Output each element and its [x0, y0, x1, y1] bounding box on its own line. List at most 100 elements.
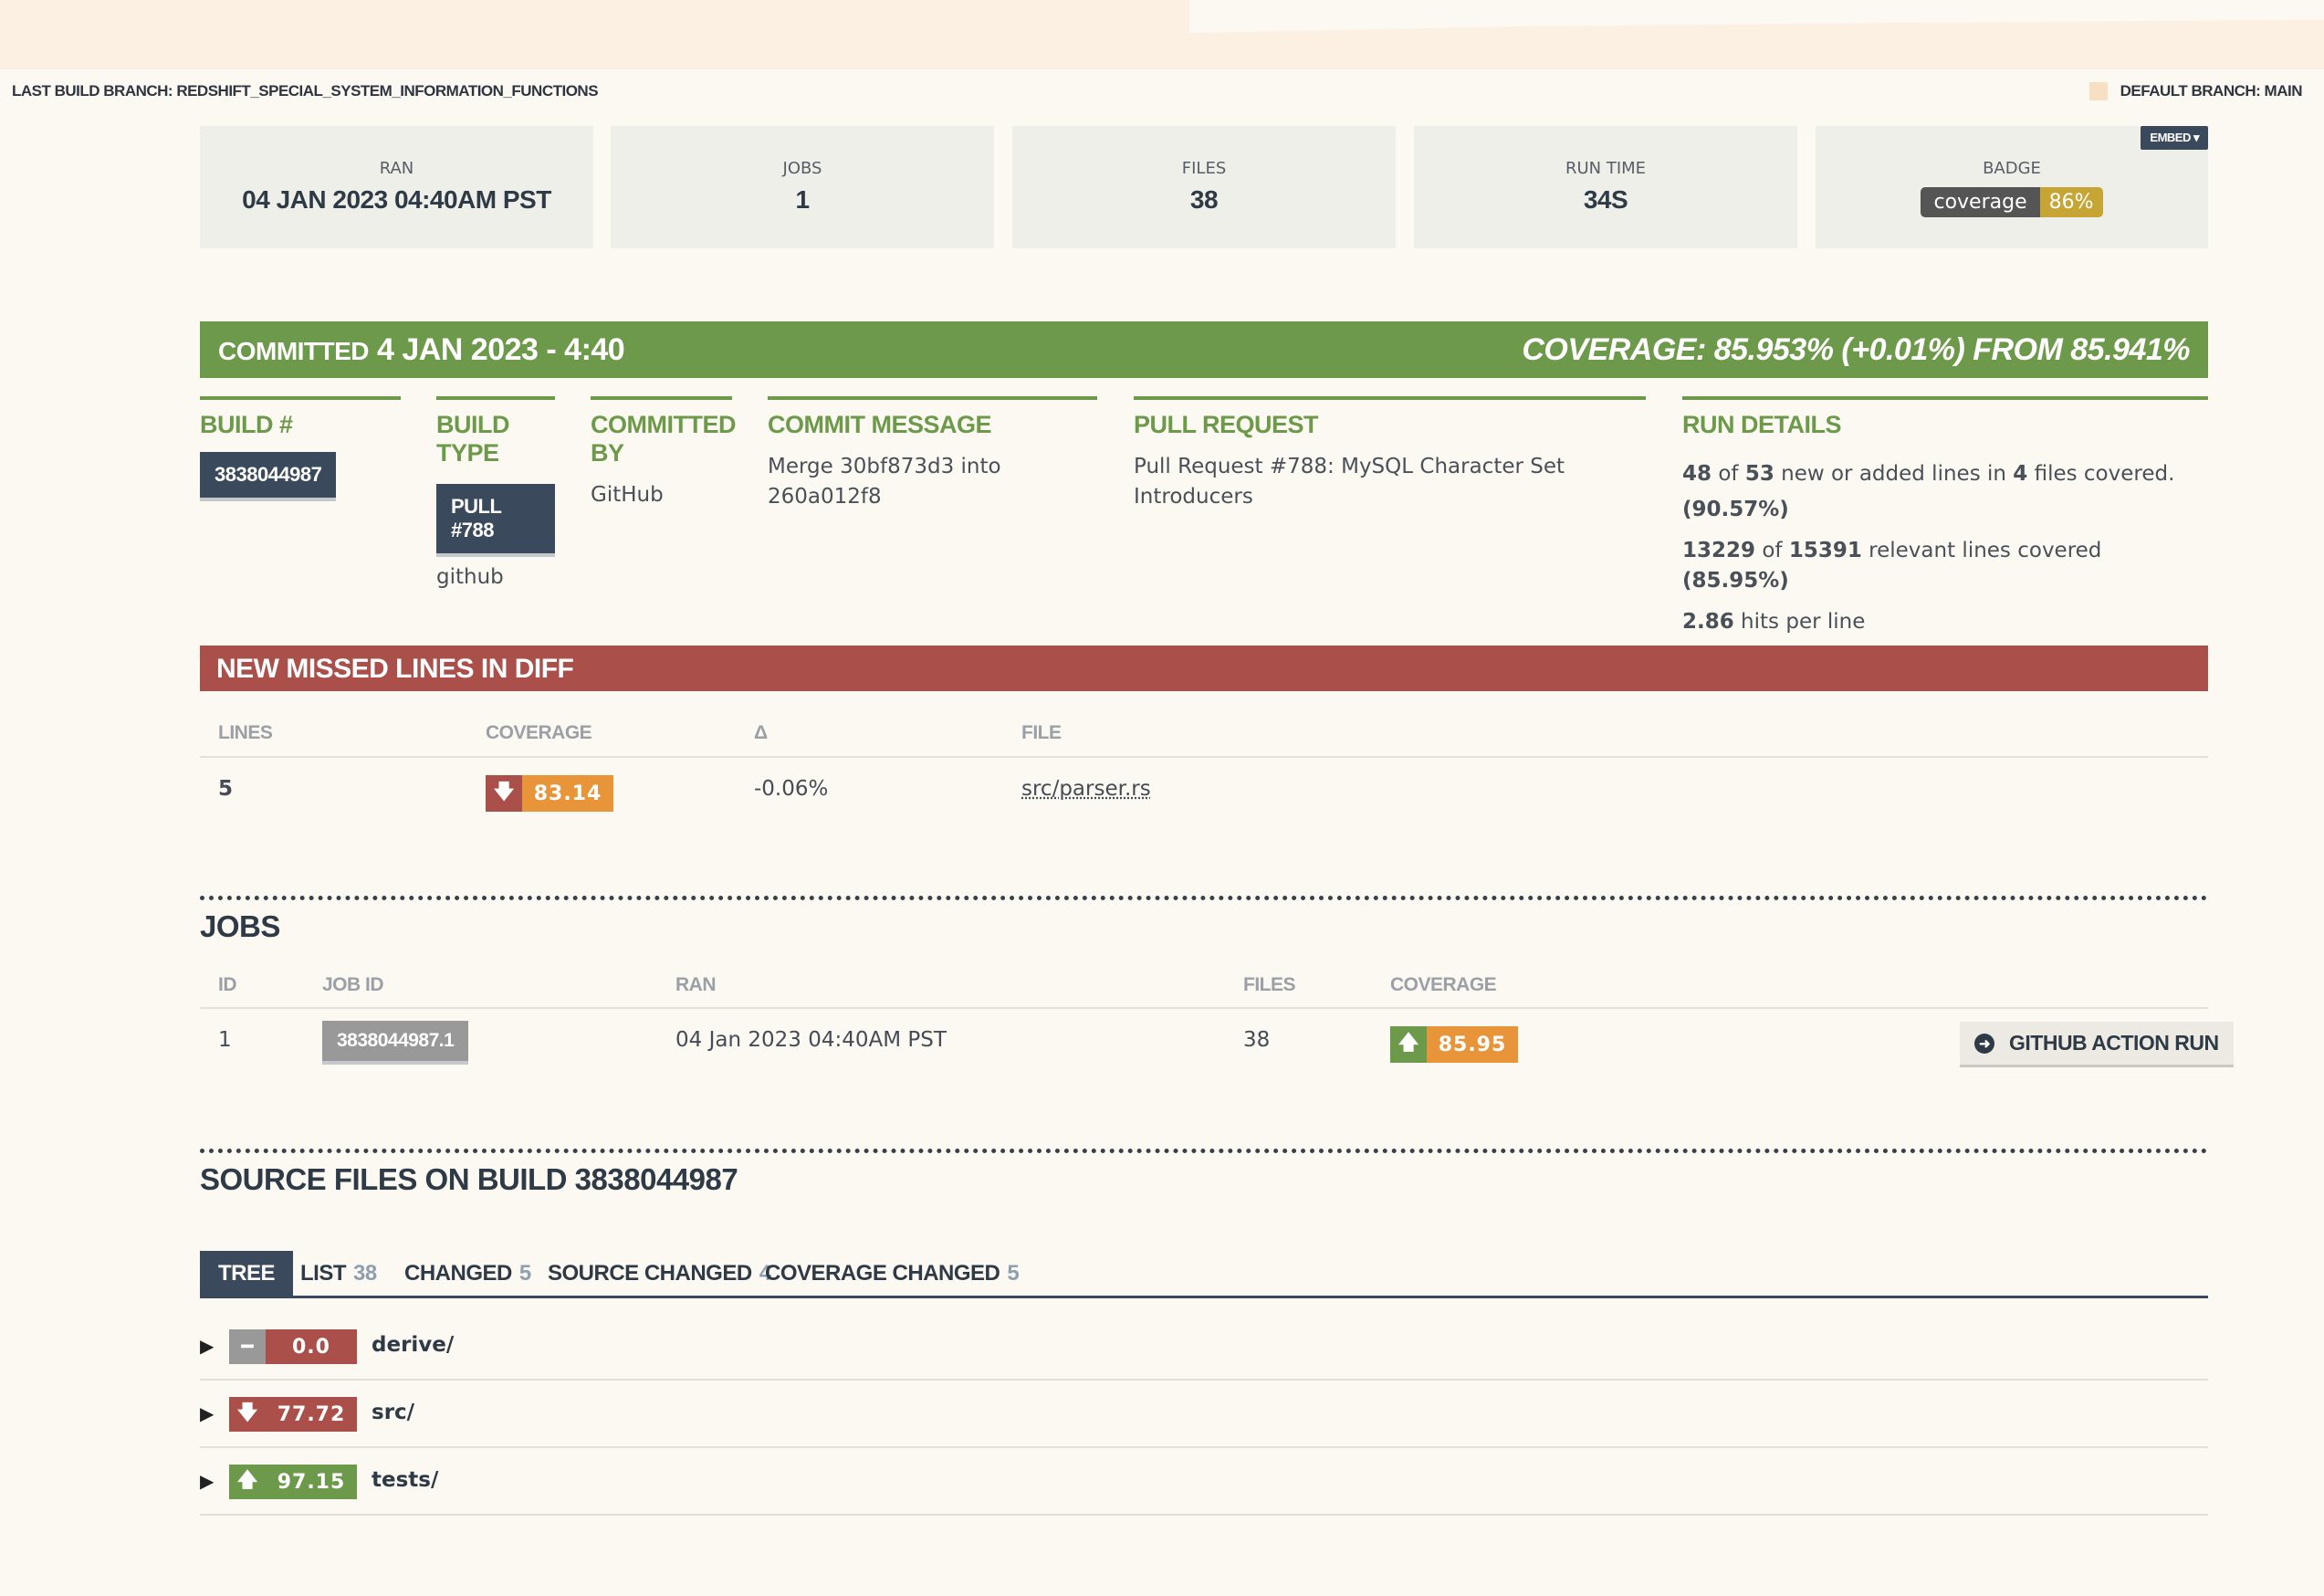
tab-changed-label: CHANGED	[404, 1260, 512, 1286]
commit-date: COMMITTED 4 JAN 2023 - 4:40	[218, 332, 625, 368]
build-type-heading: BUILD TYPE	[436, 411, 510, 467]
text-files-covered: files covered.	[2027, 462, 2175, 486]
stat-ran: RAN 04 JAN 2023 04:40AM PST	[200, 126, 593, 248]
missed-coverage-pill: 🡇 83.14	[486, 775, 613, 812]
build-number-pill[interactable]: 3838044987	[200, 452, 337, 501]
expand-triangle-icon[interactable]: ▶	[200, 1402, 214, 1424]
section-divider	[200, 1149, 2208, 1153]
tree-row[interactable]: ▶ ━ 0.0 derive/	[200, 1313, 2208, 1381]
tree-row[interactable]: ▶ 🡇 77.72 src/	[200, 1381, 2208, 1448]
arrow-up-icon: 🡅	[229, 1465, 266, 1499]
committed-by-col: COMMITTED BY GitHub	[591, 396, 736, 510]
commit-message-heading: COMMIT MESSAGE	[768, 411, 992, 438]
stat-badge-label: BADGE	[1983, 159, 2041, 178]
run-details-new-lines: 48 of 53 new or added lines in 4 files c…	[1682, 459, 2208, 489]
commit-message-col: COMMIT MESSAGE Merge 30bf873d3 into 260a…	[768, 396, 1097, 512]
new-lines-percent: (90.57%)	[1682, 498, 1789, 521]
relevant-percent: (85.95%)	[1682, 569, 1789, 593]
commit-message-line2: 260a012f8	[768, 485, 882, 509]
missed-lines-header: NEW MISSED LINES IN DIFF	[200, 646, 2208, 691]
pull-request-col: PULL REQUEST Pull Request #788: MySQL Ch…	[1134, 396, 1646, 512]
job-id-index: 1	[218, 1028, 232, 1052]
tree-coverage-value: 0.0	[266, 1329, 357, 1364]
col-coverage: COVERAGE	[486, 722, 592, 743]
default-branch-swatch	[2088, 82, 2108, 100]
github-action-run-button[interactable]: ➜ GITHUB ACTION RUN	[1960, 1022, 2234, 1067]
tab-changed-count: 5	[518, 1260, 531, 1286]
tree-coverage-pill: 🡇 77.72	[229, 1397, 357, 1432]
stat-runtime-label: RUN TIME	[1565, 159, 1647, 178]
stat-files: FILES 38	[1012, 126, 1396, 248]
divider	[200, 1007, 2208, 1009]
job-coverage-value: 85.95	[1427, 1026, 1518, 1063]
col-files: FILES	[1243, 974, 1296, 995]
jobs-title: JOBS	[200, 909, 280, 943]
missed-file-link[interactable]: src/parser.rs	[1021, 777, 1151, 801]
badge-left: coverage	[1921, 187, 2040, 217]
tree-coverage-value: 77.72	[266, 1397, 357, 1432]
total-new-lines: 53	[1744, 462, 1774, 486]
default-branch: DEFAULT BRANCH: MAIN	[2088, 82, 2303, 100]
tree-folder-name[interactable]: derive/	[372, 1333, 454, 1357]
commit-message-line1: Merge 30bf873d3 into	[768, 455, 1001, 478]
tab-source-changed-label: SOURCE CHANGED	[548, 1260, 752, 1286]
tab-coverage-changed-label: COVERAGE CHANGED	[765, 1260, 1000, 1286]
github-action-run-label: GITHUB ACTION RUN	[2009, 1031, 2219, 1055]
build-number-col: BUILD # 3838044987	[200, 396, 401, 501]
default-branch-label: DEFAULT BRANCH: MAIN	[2120, 82, 2303, 100]
tab-list-label: LIST	[300, 1260, 347, 1286]
build-stats: RAN 04 JAN 2023 04:40AM PST JOBS 1 FILES…	[200, 126, 2208, 248]
build-type-col: BUILD TYPE PULL #788 github	[436, 396, 555, 593]
section-divider	[200, 896, 2208, 900]
tree-folder-name[interactable]: src/	[372, 1401, 414, 1424]
minus-icon: ━	[229, 1329, 266, 1364]
source-files-title: SOURCE FILES ON BUILD 3838044987	[200, 1162, 738, 1196]
stat-jobs: JOBS 1	[611, 126, 994, 248]
tab-tree[interactable]: TREE	[200, 1251, 294, 1296]
pull-request-line2: Introducers	[1134, 485, 1253, 509]
text-relevant: relevant lines covered	[1861, 539, 2102, 562]
stat-files-value: 38	[1189, 185, 1219, 214]
col-job-coverage: COVERAGE	[1390, 974, 1497, 995]
run-details-hits: 2.86 hits per line	[1682, 607, 2208, 637]
tab-tree-label: TREE	[218, 1260, 276, 1286]
tab-coverage-changed-count: 5	[1007, 1260, 1020, 1286]
run-details-relevant-lines: 13229 of 15391 relevant lines covered (8…	[1682, 536, 2208, 596]
pull-request-pill[interactable]: PULL #788	[436, 484, 555, 557]
expand-triangle-icon[interactable]: ▶	[200, 1335, 214, 1357]
tab-changed[interactable]: CHANGED 5	[404, 1251, 531, 1296]
badge-right: 86%	[2039, 187, 2103, 217]
col-id: ID	[218, 974, 237, 995]
coverage-badge[interactable]: coverage 86%	[1921, 187, 2103, 217]
committed-date: 4 JAN 2023 - 4:40	[376, 332, 625, 367]
arrow-right-circle-icon: ➜	[1974, 1033, 1994, 1054]
embed-button[interactable]: EMBED ▾	[2141, 126, 2208, 150]
missed-lines-title: NEW MISSED LINES IN DIFF	[216, 654, 574, 684]
text-of-2: of	[1755, 539, 1789, 562]
missed-delta: -0.06%	[754, 777, 829, 801]
tree-coverage-pill: 🡅 97.15	[229, 1465, 357, 1499]
text-new-lines: new or added lines in	[1774, 462, 2014, 486]
tree-coverage-pill: ━ 0.0	[229, 1329, 357, 1364]
run-details-col: RUN DETAILS 48 of 53 new or added lines …	[1682, 396, 2208, 637]
missed-lines-count: 5	[218, 777, 234, 801]
top-banner	[0, 0, 2324, 69]
tab-list[interactable]: LIST 38	[300, 1251, 377, 1296]
build-number-heading: BUILD #	[200, 411, 293, 438]
tab-source-changed[interactable]: SOURCE CHANGED 4	[548, 1251, 771, 1296]
pull-request-heading: PULL REQUEST	[1134, 411, 1319, 438]
covered-relevant-lines: 13229	[1682, 539, 1756, 562]
source-tabs: TREE LIST 38 CHANGED 5 SOURCE CHANGED 4 COV…	[200, 1251, 2208, 1298]
covered-new-lines: 48	[1682, 462, 1712, 486]
tab-coverage-changed[interactable]: COVERAGE CHANGED 5	[765, 1251, 1020, 1296]
job-id-pill[interactable]: 3838044987.1	[322, 1021, 469, 1065]
col-delta: Δ	[754, 722, 768, 743]
committed-by-value: GitHub	[591, 483, 664, 507]
branch-bar: LAST BUILD BRANCH: REDSHIFT_SPECIAL_SYST…	[0, 69, 2324, 108]
tree-row[interactable]: ▶ 🡅 97.15 tests/	[200, 1448, 2208, 1516]
stat-runtime-value: 34S	[1583, 185, 1628, 214]
expand-triangle-icon[interactable]: ▶	[200, 1470, 214, 1492]
arrow-down-icon: 🡇	[486, 775, 522, 812]
tree-folder-name[interactable]: tests/	[372, 1468, 438, 1492]
build-type-source: github	[436, 565, 504, 589]
